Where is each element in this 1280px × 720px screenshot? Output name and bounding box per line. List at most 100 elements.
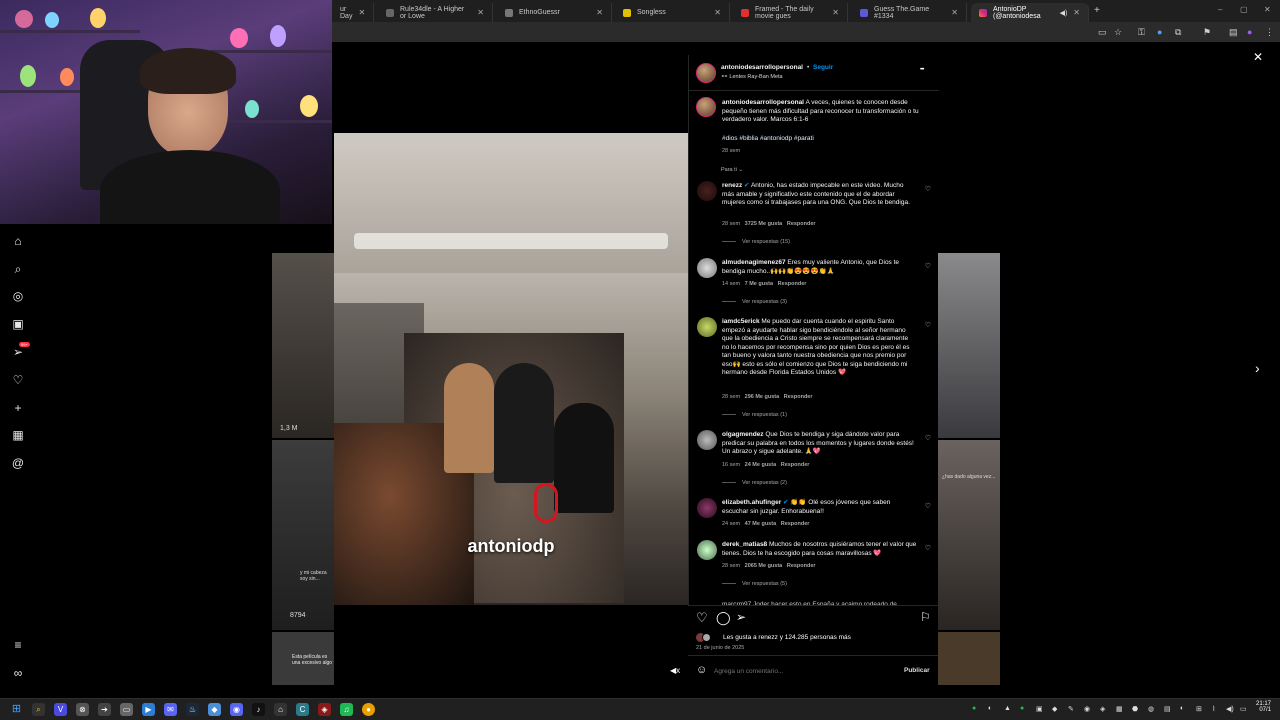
sidepanel-icon[interactable]: ▤ bbox=[1229, 27, 1238, 38]
extension-icon[interactable]: ● bbox=[1157, 27, 1162, 37]
tiktok-icon[interactable]: ♪ bbox=[252, 703, 265, 716]
app-icon[interactable]: ▭ bbox=[120, 703, 133, 716]
comment-likes[interactable]: 47 Me gusta bbox=[745, 521, 776, 527]
reels-icon[interactable]: ▣ bbox=[11, 317, 25, 331]
reel-video[interactable] bbox=[334, 133, 688, 605]
comment-likes[interactable]: 7 Me gusta bbox=[745, 281, 773, 287]
close-icon[interactable]: ✕ bbox=[596, 8, 603, 17]
commenter-avatar[interactable] bbox=[697, 430, 717, 450]
comment-handle[interactable]: elizabeth.ahufinger bbox=[722, 499, 781, 506]
comment-sort[interactable]: Para ti ⌄ bbox=[721, 167, 743, 173]
audio-icon[interactable]: ◀) bbox=[1060, 9, 1068, 17]
app-icon[interactable]: ▶ bbox=[142, 703, 155, 716]
window-close-button[interactable]: ✕ bbox=[1264, 5, 1271, 14]
app-icon[interactable]: V bbox=[54, 703, 67, 716]
close-icon[interactable]: ✕ bbox=[951, 8, 958, 17]
grid-thumbnail[interactable]: y mi cabeza soy sin... 8794 bbox=[272, 440, 334, 630]
search-icon[interactable]: ⌕ bbox=[32, 703, 45, 716]
follow-button[interactable]: Seguir bbox=[813, 64, 833, 73]
profile-icon[interactable]: ● bbox=[1247, 27, 1252, 37]
view-replies[interactable]: Ver respuestas (3) bbox=[722, 299, 787, 305]
clock[interactable]: 21:17 07/1 bbox=[1256, 701, 1271, 713]
commenter-avatar[interactable] bbox=[697, 540, 717, 560]
comment-likes[interactable]: 296 Me gusta bbox=[745, 394, 780, 400]
threads-icon[interactable]: @ bbox=[11, 456, 25, 470]
tray-icon[interactable]: ◉ bbox=[1084, 705, 1090, 713]
tray-icon[interactable]: ▲ bbox=[1004, 705, 1011, 712]
comment-handle[interactable]: renezz bbox=[722, 182, 742, 189]
tray-icon[interactable]: ⊞ bbox=[1196, 705, 1202, 713]
search-icon[interactable]: ⌕ bbox=[11, 262, 25, 276]
comment-handle[interactable]: almudenagimenez67 bbox=[722, 259, 786, 266]
grid-thumbnail[interactable]: 1,3 M bbox=[272, 253, 334, 438]
tab-1[interactable]: ur Day ✕ bbox=[332, 3, 374, 22]
plus-icon[interactable]: + bbox=[11, 401, 25, 415]
tab-7-active[interactable]: AntonioDP (@antoniodesa ◀) ✕ bbox=[971, 3, 1089, 22]
chrome-icon[interactable]: ● bbox=[362, 703, 375, 716]
wifi-icon[interactable]: ⌇ bbox=[1212, 705, 1215, 713]
tray-icon[interactable]: ◆ bbox=[1052, 705, 1057, 713]
app-icon[interactable]: ◆ bbox=[208, 703, 221, 716]
likes-summary[interactable]: Les gusta a renezz y 124.285 personas má… bbox=[723, 634, 851, 641]
commenter-avatar[interactable] bbox=[697, 317, 717, 337]
app-icon[interactable]: ⌂ bbox=[274, 703, 287, 716]
commenter-avatar[interactable] bbox=[697, 258, 717, 278]
app-icon[interactable]: ◈ bbox=[318, 703, 331, 716]
battery-icon[interactable]: ▭ bbox=[1240, 705, 1247, 713]
comment-like-icon[interactable]: ♡ bbox=[925, 321, 931, 329]
caption-hashtags[interactable]: #dios #biblia #antoniodp #parati bbox=[722, 135, 814, 144]
share-icon[interactable]: ➢ bbox=[736, 610, 746, 624]
author-handle[interactable]: antoniodesarrollopersonal bbox=[721, 64, 803, 73]
comment-like-icon[interactable]: ♡ bbox=[925, 502, 931, 510]
commenter-avatar[interactable] bbox=[697, 498, 717, 518]
comment-likes[interactable]: 3725 Me gusta bbox=[745, 221, 783, 227]
view-replies[interactable]: Ver respuestas (2) bbox=[722, 480, 787, 486]
tab-3[interactable]: EthnoGuessr ✕ bbox=[497, 3, 612, 22]
close-icon[interactable]: ✕ bbox=[832, 8, 839, 17]
grid-thumbnail[interactable]: Esta película es una excesivo algo bbox=[272, 632, 334, 685]
comment-like-icon[interactable]: ♡ bbox=[925, 185, 931, 193]
volume-icon[interactable]: ◀) bbox=[1226, 705, 1234, 713]
tray-icon[interactable]: ✎ bbox=[1068, 705, 1074, 713]
spotify-icon[interactable]: ♫ bbox=[340, 703, 353, 716]
close-icon[interactable]: ✕ bbox=[358, 8, 365, 17]
new-tab-button[interactable]: + bbox=[1094, 5, 1100, 16]
comment-likes[interactable]: 24 Me gusta bbox=[745, 462, 776, 468]
cast-icon[interactable]: ▭ bbox=[1098, 27, 1107, 38]
comment-handle[interactable]: iamdc5erick bbox=[722, 318, 760, 325]
heart-icon[interactable]: ♡ bbox=[11, 373, 25, 387]
comment-like-icon[interactable]: ♡ bbox=[925, 434, 931, 442]
view-replies[interactable]: Ver respuestas (1) bbox=[722, 412, 787, 418]
reply-button[interactable]: Responder bbox=[787, 563, 816, 569]
like-icon[interactable]: ♡ bbox=[696, 610, 708, 626]
tray-icon[interactable]: ▦ bbox=[1116, 705, 1123, 713]
minimize-button[interactable]: – bbox=[1218, 5, 1222, 14]
close-icon[interactable]: ✕ bbox=[477, 8, 484, 17]
tray-icon[interactable]: ▣ bbox=[1036, 705, 1043, 713]
author-avatar[interactable] bbox=[696, 63, 716, 83]
tab-6[interactable]: Guess The.Game #1334 ✕ bbox=[852, 3, 967, 22]
close-icon[interactable]: ✕ bbox=[714, 8, 721, 17]
app-icon[interactable]: ✉ bbox=[164, 703, 177, 716]
tab-2[interactable]: Rule34dle - A Higher or Lowe ✕ bbox=[378, 3, 493, 22]
tray-icon[interactable]: ⬣ bbox=[1132, 705, 1138, 713]
send-icon[interactable]: ➢ bbox=[11, 345, 25, 359]
app-icon[interactable]: ⊗ bbox=[76, 703, 89, 716]
grid-thumbnail[interactable] bbox=[938, 632, 1000, 685]
more-options-button[interactable]: ••• bbox=[920, 67, 924, 73]
dashboard-icon[interactable]: ▦ bbox=[11, 428, 25, 442]
save-icon[interactable]: ⚐ bbox=[920, 610, 931, 624]
steam-icon[interactable]: ♨ bbox=[186, 703, 199, 716]
reply-button[interactable]: Responder bbox=[784, 394, 813, 400]
comment-like-icon[interactable]: ♡ bbox=[925, 544, 931, 552]
view-replies[interactable]: Ver respuestas (5) bbox=[722, 581, 787, 587]
caption-handle[interactable]: antoniodesarrollopersonal bbox=[722, 99, 804, 106]
maximize-button[interactable]: ▢ bbox=[1240, 5, 1248, 14]
tray-icon[interactable]: ◈ bbox=[1100, 705, 1105, 713]
star-icon[interactable]: ☆ bbox=[1114, 27, 1122, 38]
kebab-menu-icon[interactable]: ⋮ bbox=[1265, 27, 1274, 38]
comment-like-icon[interactable]: ♡ bbox=[925, 262, 931, 270]
close-icon[interactable]: ✕ bbox=[1073, 8, 1080, 17]
reply-button[interactable]: Responder bbox=[781, 521, 810, 527]
caption-avatar[interactable] bbox=[696, 97, 716, 117]
